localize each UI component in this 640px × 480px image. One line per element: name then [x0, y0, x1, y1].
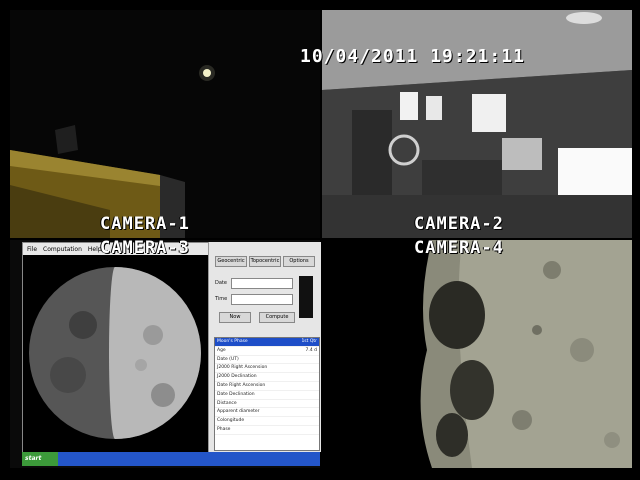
table-row[interactable]: J2000 Right Ascension — [215, 364, 319, 374]
time-label: Time — [215, 296, 228, 302]
table-row[interactable]: Moon's Phase 1st Qtr — [215, 338, 319, 347]
date-label: Date — [215, 280, 227, 286]
start-button[interactable]: start — [22, 452, 58, 466]
camera-2-scene — [322, 10, 632, 238]
tab-options[interactable]: Options — [283, 256, 315, 267]
windows-taskbar: start — [22, 452, 320, 466]
table-row[interactable]: Age 7.4 d — [215, 347, 319, 356]
tab-topocentric[interactable]: Topocentric — [249, 256, 281, 267]
ephemeris-table[interactable]: Moon's Phase 1st Qtr Age 7.4 d Date (UT) J… — [214, 337, 320, 451]
table-row[interactable]: Apparent diameter — [215, 408, 319, 418]
camera-1-label: CAMERA-1 — [100, 214, 190, 234]
camera-2-feed — [322, 10, 632, 238]
camera-1-feed — [10, 10, 320, 238]
table-row[interactable]: Date (UT) — [215, 356, 319, 365]
camera-2-label: CAMERA-2 — [414, 214, 504, 234]
moon-phase-image — [23, 255, 209, 453]
time-field[interactable] — [231, 294, 293, 305]
moon-viewer-window[interactable]: File Computation Help — [22, 242, 210, 454]
date-field[interactable] — [231, 278, 293, 289]
datetime-overlay: 10/04/2011 19:21:11 — [300, 46, 525, 67]
camera-3-label: CAMERA-3 — [100, 238, 190, 258]
now-button[interactable]: Now — [219, 312, 251, 323]
table-row[interactable]: Distance — [215, 400, 319, 409]
compute-button[interactable]: Compute — [259, 312, 295, 323]
table-row[interactable]: Date Right Ascension — [215, 382, 319, 391]
table-row[interactable]: Colongitude — [215, 417, 319, 426]
table-row[interactable]: J2000 Declination — [215, 373, 319, 382]
table-row[interactable]: Phase — [215, 426, 319, 435]
camera-4-feed — [322, 240, 632, 468]
ephemeris-panel: Geocentric Topocentric Options Date Time… — [208, 242, 321, 452]
lunar-surface-image — [322, 240, 632, 468]
menu-computation[interactable]: Computation — [43, 246, 82, 253]
table-row[interactable]: Date Declination — [215, 391, 319, 400]
menu-file[interactable]: File — [27, 246, 37, 253]
camera-1-scene — [10, 10, 320, 238]
tab-geocentric[interactable]: Geocentric — [215, 256, 247, 267]
camera-4-label: CAMERA-4 — [414, 238, 504, 258]
preview-thumbnail — [299, 276, 313, 318]
